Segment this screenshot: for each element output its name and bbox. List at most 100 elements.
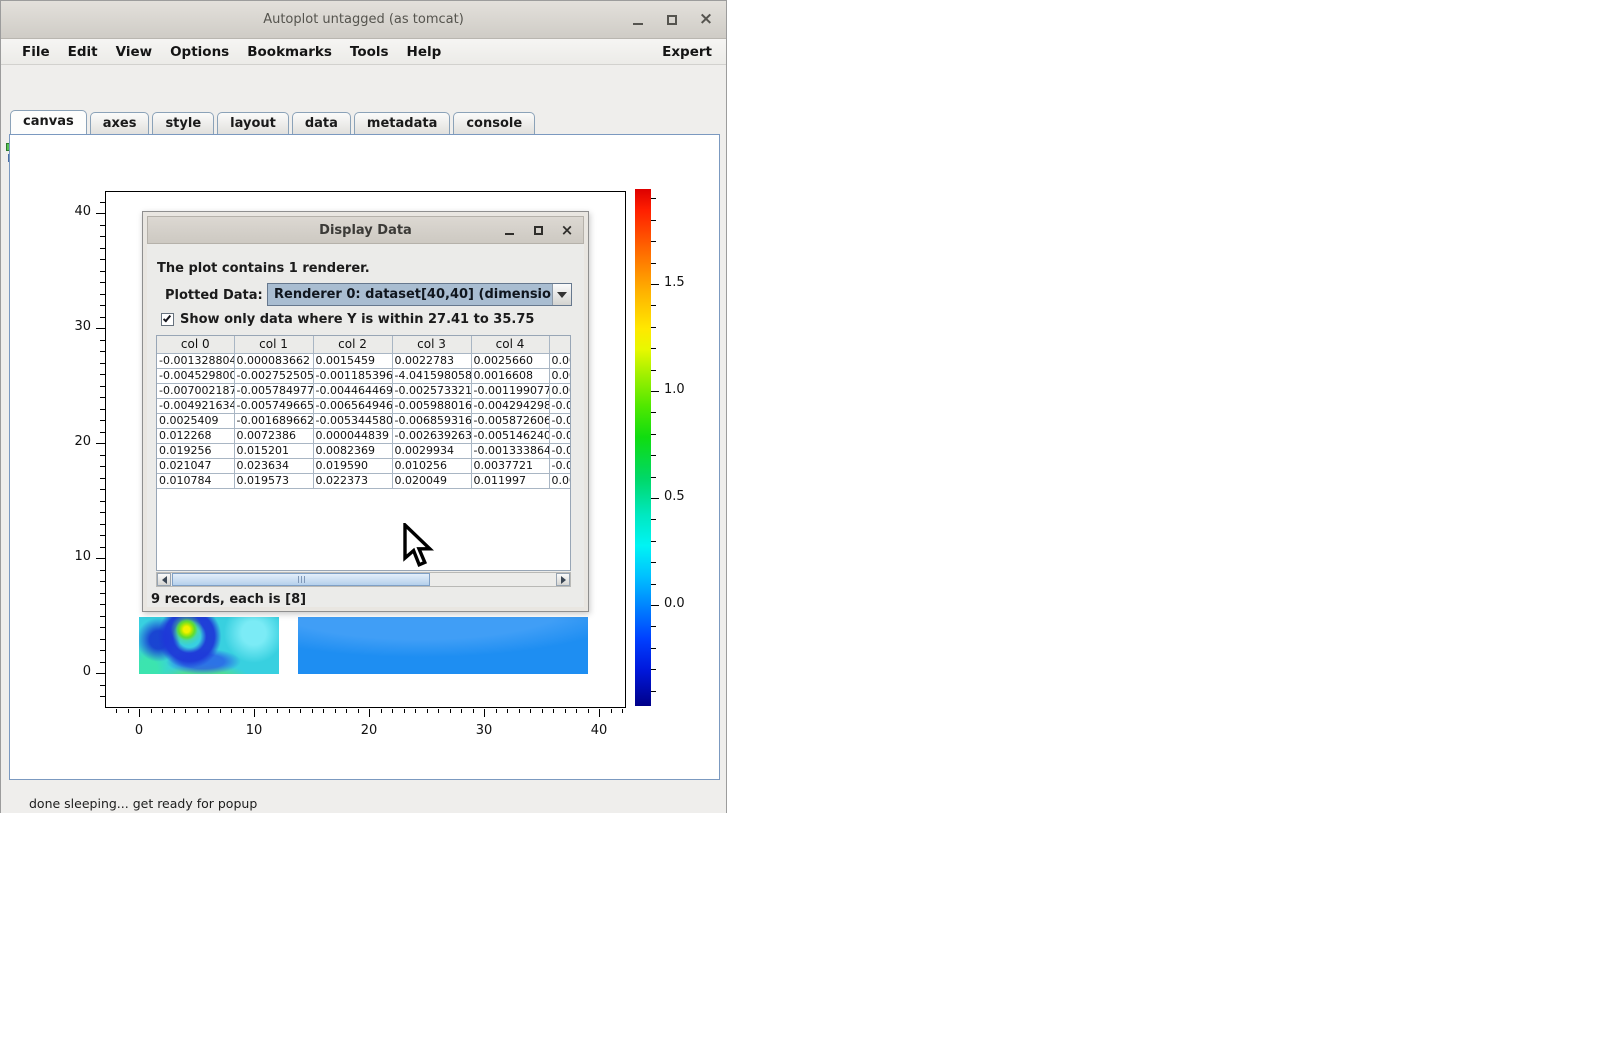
scroll-right-button[interactable] (556, 573, 570, 586)
menu-item-edit[interactable]: Edit (59, 44, 107, 60)
table-cell[interactable]: -0.005749665... (234, 398, 313, 413)
tab-data[interactable]: data (292, 112, 351, 134)
table-header-col-3[interactable]: col 3 (392, 336, 471, 353)
table-cell[interactable]: -0.004921634... (157, 398, 234, 413)
table-row[interactable]: -0.004921634...-0.005749665...-0.0065649… (157, 398, 571, 413)
table-cell[interactable]: 0.0025660 (471, 353, 549, 368)
dialog-maximize-icon[interactable] (530, 220, 546, 240)
table-cell[interactable]: 0.0015459 (313, 353, 392, 368)
table-cell[interactable]: -0.001185396... (313, 368, 392, 383)
combobox-arrow-button[interactable] (552, 284, 571, 305)
table-cell[interactable]: -0.005872606... (471, 413, 549, 428)
table-cell[interactable]: 0.019256 (157, 443, 234, 458)
table-row[interactable]: -0.001328804...0.0000836620.00154590.002… (157, 353, 571, 368)
table-cell[interactable]: 0.0022783 (392, 353, 471, 368)
table-cell[interactable]: -0.001333864... (471, 443, 549, 458)
table-cell[interactable]: -0.0 (549, 443, 571, 458)
table-cell[interactable]: -0.006564946... (313, 398, 392, 413)
table-cell[interactable]: 0.0016608 (471, 368, 549, 383)
table-cell[interactable]: -0.002752505... (234, 368, 313, 383)
table-cell[interactable]: -0.005344580... (313, 413, 392, 428)
scroll-left-button[interactable] (157, 573, 171, 586)
table-cell[interactable]: -0.005146240... (471, 428, 549, 443)
menu-item-view[interactable]: View (107, 44, 161, 60)
maximize-icon[interactable] (662, 8, 682, 32)
menu-item-help[interactable]: Help (398, 44, 451, 60)
table-cell[interactable]: 0.00 (549, 473, 571, 488)
table-cell[interactable]: -0.0 (549, 413, 571, 428)
table-cell[interactable]: -0.001328804... (157, 353, 234, 368)
menu-item-file[interactable]: File (13, 44, 59, 60)
menu-item-tools[interactable]: Tools (341, 44, 398, 60)
table-cell[interactable]: -0.0 (549, 458, 571, 473)
table-row[interactable]: 0.0192560.0152010.00823690.0029934-0.001… (157, 443, 571, 458)
table-cell[interactable]: 0.023634 (234, 458, 313, 473)
table-cell[interactable]: 0.011997 (471, 473, 549, 488)
tab-axes[interactable]: axes (90, 112, 150, 134)
table-row[interactable]: -0.004529800...-0.002752505...-0.0011853… (157, 368, 571, 383)
table-cell[interactable]: -0.007002187... (157, 383, 234, 398)
table-cell[interactable]: 0.020049 (392, 473, 471, 488)
table-cell[interactable]: 0.00 (549, 368, 571, 383)
dialog-minimize-icon[interactable] (501, 220, 517, 240)
menu-item-options[interactable]: Options (161, 44, 238, 60)
table-cell[interactable]: -0.004294298... (471, 398, 549, 413)
table-cell[interactable]: 0.00 (549, 383, 571, 398)
table-header-col-2[interactable]: col 2 (313, 336, 392, 353)
table-cell[interactable]: 0.010256 (392, 458, 471, 473)
tab-metadata[interactable]: metadata (354, 112, 450, 134)
menu-item-bookmarks[interactable]: Bookmarks (238, 44, 341, 60)
table-cell[interactable]: 0.0072386 (234, 428, 313, 443)
table-cell[interactable]: -0.006859316... (392, 413, 471, 428)
table-row[interactable]: 0.0122680.00723860.000044839-0.002639263… (157, 428, 571, 443)
table-cell[interactable]: 0.015201 (234, 443, 313, 458)
table-header-col-1[interactable]: col 1 (234, 336, 313, 353)
renderer-combobox[interactable]: Renderer 0: dataset[40,40] (dimension... (267, 283, 572, 306)
table-cell[interactable]: 0.012268 (157, 428, 234, 443)
table-cell[interactable]: 0.000083662 (234, 353, 313, 368)
table-row[interactable]: 0.0107840.0195730.0223730.0200490.011997… (157, 473, 571, 488)
table-cell[interactable]: -0.004464469... (313, 383, 392, 398)
table-cell[interactable]: -0.0 (549, 428, 571, 443)
table-cell[interactable]: 0.019573 (234, 473, 313, 488)
expert-mode-label[interactable]: Expert (662, 44, 714, 60)
table-cell[interactable]: 0.0025409 (157, 413, 234, 428)
tab-style[interactable]: style (152, 112, 214, 134)
table-cell[interactable]: -0.005988016... (392, 398, 471, 413)
table-cell[interactable]: 0.0037721 (471, 458, 549, 473)
scroll-thumb[interactable] (172, 573, 430, 586)
table-header-col-4[interactable]: col 4 (471, 336, 549, 353)
table-cell[interactable]: -0.004529800... (157, 368, 234, 383)
table-cell[interactable]: -0.005784977... (234, 383, 313, 398)
tab-canvas[interactable]: canvas (10, 110, 87, 134)
table-cell[interactable]: 0.010784 (157, 473, 234, 488)
close-icon[interactable]: × (696, 8, 716, 32)
dialog-titlebar[interactable]: Display Data × (147, 216, 584, 244)
scroll-track[interactable] (171, 573, 556, 586)
table-cell[interactable]: -0.0 (549, 398, 571, 413)
window-titlebar[interactable]: Autoplot untagged (as tomcat) × (1, 1, 726, 39)
horizontal-scrollbar[interactable] (156, 572, 571, 587)
tab-console[interactable]: console (453, 112, 535, 134)
table-row[interactable]: -0.007002187...-0.005784977...-0.0044644… (157, 383, 571, 398)
table-header-col-0[interactable]: col 0 (157, 336, 234, 353)
table-header-col-5[interactable] (549, 336, 571, 353)
table-cell[interactable]: 0.022373 (313, 473, 392, 488)
table-cell[interactable]: -0.001199077... (471, 383, 549, 398)
table-cell[interactable]: -0.002573321... (392, 383, 471, 398)
table-row[interactable]: 0.0025409-0.001689662...-0.005344580...-… (157, 413, 571, 428)
dialog-close-icon[interactable]: × (559, 220, 575, 240)
table-cell[interactable]: -0.001689662... (234, 413, 313, 428)
table-cell[interactable]: -0.002639263... (392, 428, 471, 443)
table-cell[interactable]: 0.021047 (157, 458, 234, 473)
table-cell[interactable]: 0.0082369 (313, 443, 392, 458)
table-cell[interactable]: -4.041598058... (392, 368, 471, 383)
table-cell[interactable]: 0.0029934 (392, 443, 471, 458)
filter-checkbox[interactable] (161, 313, 174, 326)
minimize-icon[interactable] (628, 8, 648, 32)
table-cell[interactable]: 0.000044839 (313, 428, 392, 443)
table-cell[interactable]: 0.019590 (313, 458, 392, 473)
table-cell[interactable]: 0.00 (549, 353, 571, 368)
table-row[interactable]: 0.0210470.0236340.0195900.0102560.003772… (157, 458, 571, 473)
tab-layout[interactable]: layout (217, 112, 289, 134)
